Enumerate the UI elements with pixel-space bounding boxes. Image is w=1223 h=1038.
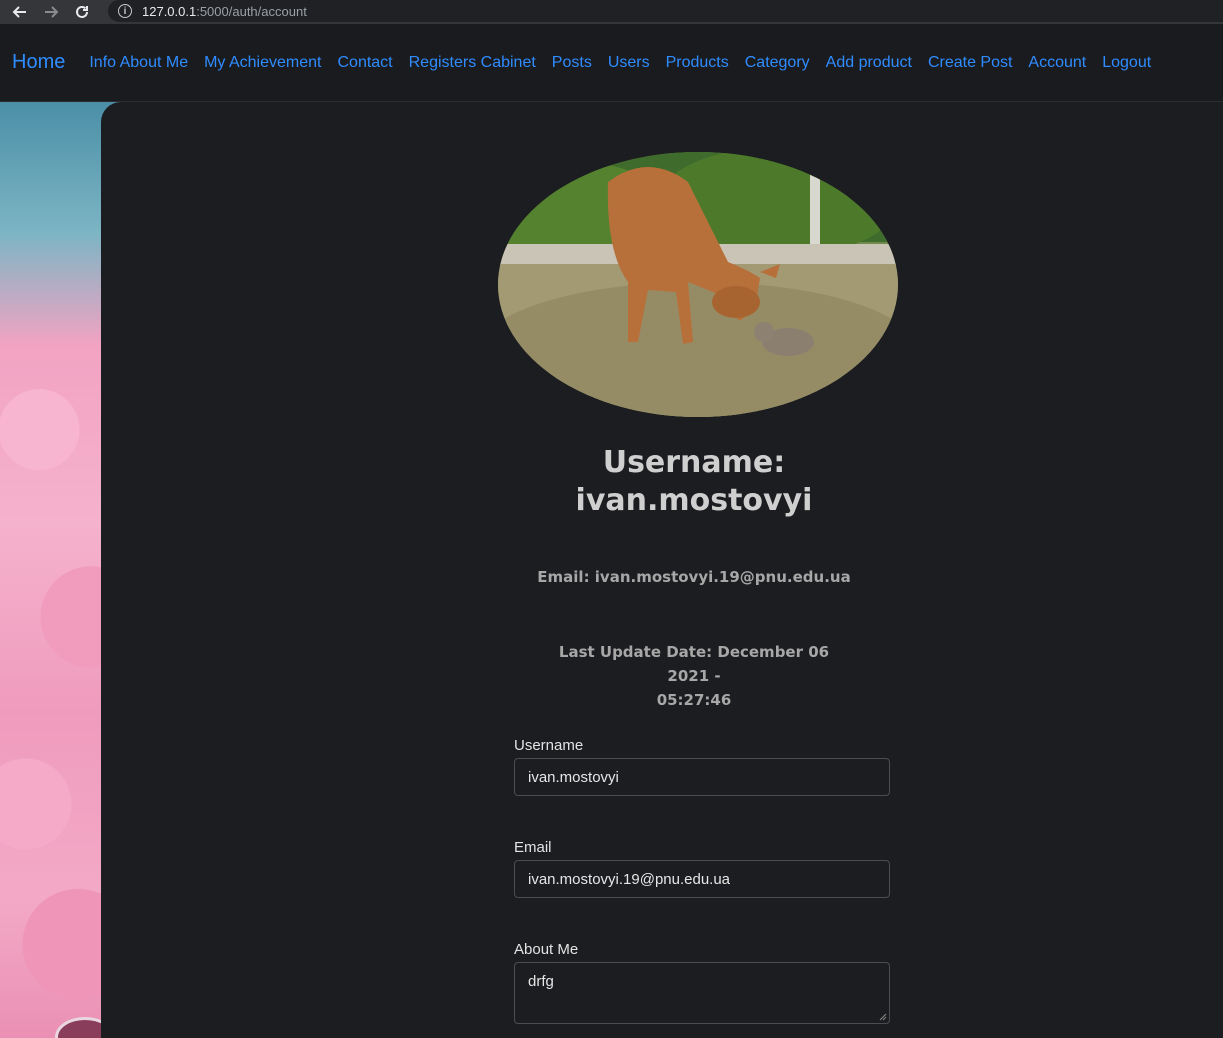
nav-link-logout[interactable]: Logout bbox=[1102, 54, 1151, 72]
reload-icon[interactable] bbox=[71, 1, 93, 23]
last-update-line1: Last Update Date: December 06 2021 - bbox=[558, 643, 830, 685]
account-card: Username: ivan.mostovyi Email: ivan.most… bbox=[101, 102, 1223, 1038]
username-heading-value: ivan.mostovyi bbox=[575, 483, 813, 518]
nav-link-my-achievement[interactable]: My Achievement bbox=[204, 54, 321, 72]
main-navbar: Home Info About Me My Achievement Contac… bbox=[0, 24, 1223, 102]
browser-toolbar: i 127.0.0.1 :5000/auth/account bbox=[0, 0, 1223, 24]
username-heading-label: Username: bbox=[602, 445, 786, 480]
about-me-label: About Me bbox=[514, 941, 579, 958]
site-info-icon[interactable]: i bbox=[118, 4, 132, 18]
username-label: Username bbox=[514, 737, 584, 754]
nav-link-category[interactable]: Category bbox=[745, 54, 810, 72]
nav-link-account[interactable]: Account bbox=[1028, 54, 1086, 72]
email-info: Email: ivan.mostovyi.19@pnu.edu.ua bbox=[537, 568, 851, 586]
last-update-info: Last Update Date: December 06 2021 - 05:… bbox=[544, 640, 844, 712]
about-me-value: drfg bbox=[528, 973, 554, 990]
nav-link-info-about-me[interactable]: Info About Me bbox=[89, 54, 188, 72]
nav-link-users[interactable]: Users bbox=[608, 54, 650, 72]
last-update-line2: 05:27:46 bbox=[656, 691, 732, 709]
profile-avatar bbox=[498, 152, 898, 417]
resize-handle-icon[interactable] bbox=[879, 1013, 887, 1021]
username-field[interactable]: ivan.mostovyi bbox=[514, 758, 890, 796]
nav-link-create-post[interactable]: Create Post bbox=[928, 54, 1012, 72]
back-icon[interactable] bbox=[9, 1, 31, 23]
nav-link-add-product[interactable]: Add product bbox=[826, 54, 912, 72]
nav-link-posts[interactable]: Posts bbox=[552, 54, 592, 72]
url-host: 127.0.0.1 bbox=[142, 3, 197, 19]
about-me-textarea[interactable]: drfg bbox=[514, 962, 890, 1024]
nav-link-products[interactable]: Products bbox=[666, 54, 729, 72]
nav-brand-home[interactable]: Home bbox=[12, 51, 65, 74]
address-bar[interactable]: i 127.0.0.1 :5000/auth/account bbox=[108, 0, 1223, 22]
email-field[interactable]: ivan.mostovyi.19@pnu.edu.ua bbox=[514, 860, 890, 898]
nav-link-contact[interactable]: Contact bbox=[337, 54, 392, 72]
email-label: Email bbox=[514, 839, 552, 856]
nav-link-registers-cabinet[interactable]: Registers Cabinet bbox=[409, 54, 536, 72]
url-path: :5000/auth/account bbox=[196, 3, 307, 19]
forward-icon[interactable] bbox=[40, 1, 62, 23]
username-heading: Username: ivan.mostovyi bbox=[544, 444, 844, 520]
